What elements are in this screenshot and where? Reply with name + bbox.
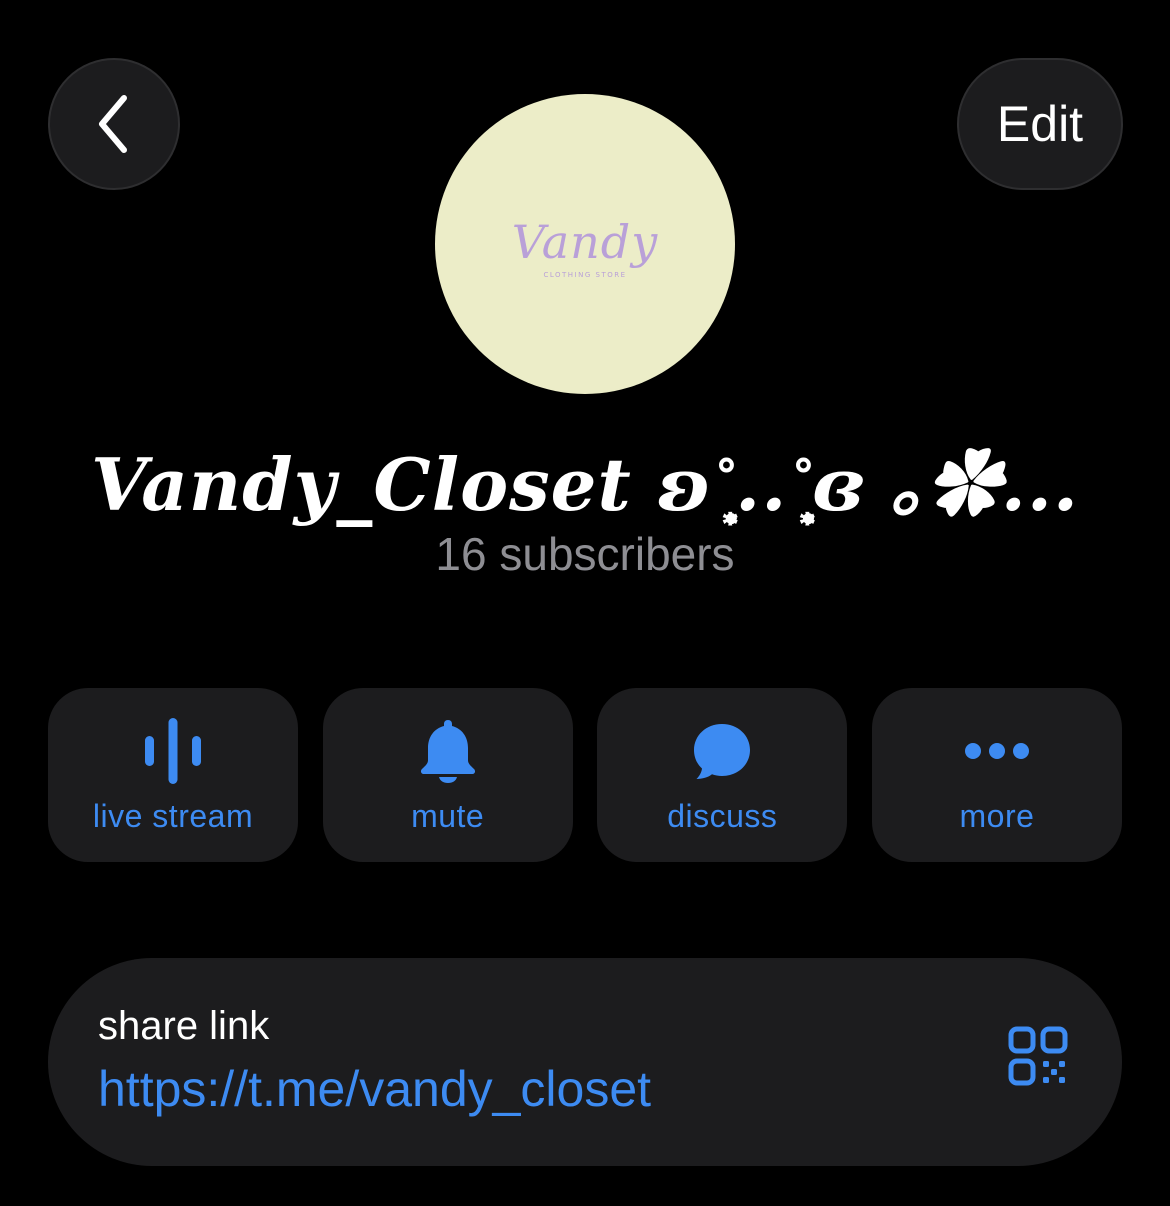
action-bar: live stream mute discuss more	[48, 688, 1122, 862]
chat-bubble-icon	[694, 724, 751, 779]
discuss-button[interactable]: discuss	[597, 688, 848, 862]
ellipsis-icon	[964, 743, 1029, 759]
mute-label: mute	[411, 798, 485, 834]
edit-button[interactable]: Edit	[957, 58, 1123, 190]
qr-code-icon	[1008, 1026, 1068, 1086]
share-link-card[interactable]: share link https://t.me/vandy_closet	[48, 958, 1122, 1166]
back-button[interactable]	[48, 58, 180, 190]
live-stream-label: live stream	[92, 798, 254, 834]
avatar-logo-text: Vandy	[511, 215, 659, 269]
live-stream-icon	[145, 718, 201, 784]
channel-title: Vandy_Closet ʚ˚̣̣̣͙..˚̣̣̣͙ɞ ｡✿...	[90, 442, 1079, 527]
discuss-label: discuss	[667, 798, 778, 834]
share-link-label: share link	[98, 1004, 270, 1048]
more-label: more	[959, 798, 1035, 834]
subscriber-count: 16 subscribers	[435, 528, 735, 580]
live-stream-button[interactable]: live stream	[48, 688, 298, 862]
avatar-logo-subtext: CLOTHING STORE	[543, 271, 627, 279]
bell-icon	[420, 720, 475, 783]
mute-button[interactable]: mute	[322, 688, 573, 862]
qr-code-button[interactable]	[1008, 1026, 1078, 1096]
edit-button-label: Edit	[996, 96, 1084, 152]
more-button[interactable]: more	[871, 688, 1122, 862]
chevron-left-icon	[99, 95, 127, 153]
share-link-url[interactable]: https://t.me/vandy_closet	[98, 1060, 651, 1118]
channel-avatar[interactable]: Vandy CLOTHING STORE	[435, 94, 735, 394]
